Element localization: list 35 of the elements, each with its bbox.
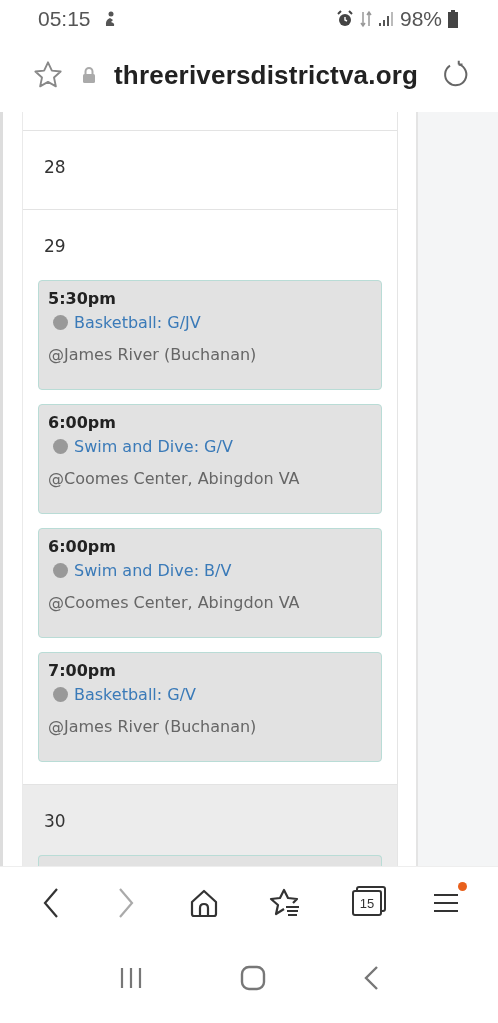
event-card[interactable]: 5:30pm Basketball: G/JV @James River (Buchanan) bbox=[38, 280, 382, 390]
event-card[interactable]: 6:00pm Swim and Dive: G/V @Coomes Center, Abingdon VA bbox=[38, 404, 382, 514]
data-transfer-icon bbox=[359, 10, 372, 28]
bookmarks-icon[interactable] bbox=[269, 888, 302, 918]
day-number: 28 bbox=[44, 156, 67, 177]
event-title-link[interactable]: Basketball: G/JV bbox=[74, 313, 201, 332]
event-time: 7:00pm bbox=[48, 661, 116, 680]
event-location: @Coomes Center, Abingdon VA bbox=[48, 593, 300, 612]
event-location: @James River (Buchanan) bbox=[48, 345, 257, 364]
event-location: @Coomes Center, Abingdon VA bbox=[48, 469, 300, 488]
event-dot-icon bbox=[53, 687, 68, 702]
event-title-link[interactable]: Swim and Dive: G/V bbox=[74, 437, 233, 456]
battery-percent: 98% bbox=[399, 7, 442, 31]
event-card[interactable]: 6:00pm Swim and Dive: B/V @Coomes Center, Abingdon VA bbox=[38, 528, 382, 638]
recent-apps-icon[interactable] bbox=[118, 966, 143, 990]
home-button-icon[interactable] bbox=[240, 965, 266, 991]
event-time: 5:30pm bbox=[48, 289, 116, 308]
alarm-icon bbox=[335, 10, 354, 28]
url-text[interactable]: threeriversdistrictva.org bbox=[114, 59, 422, 91]
event-dot-icon bbox=[53, 563, 68, 578]
home-icon[interactable] bbox=[188, 888, 219, 918]
signal-icon bbox=[377, 11, 394, 27]
day-number: 30 bbox=[44, 810, 67, 831]
event-time: 6:00pm bbox=[48, 537, 116, 556]
event-time: 6:00pm bbox=[48, 413, 116, 432]
battery-icon bbox=[448, 10, 458, 28]
day-number: 29 bbox=[44, 235, 67, 256]
event-dot-icon bbox=[53, 439, 68, 454]
lock-icon bbox=[82, 66, 96, 84]
status-time: 05:15 bbox=[38, 7, 91, 31]
event-location: @James River (Buchanan) bbox=[48, 717, 257, 736]
event-title-link[interactable]: Swim and Dive: B/V bbox=[74, 561, 232, 580]
event-card[interactable]: 7:00pm Basketball: G/V @James River (Buchanan) bbox=[38, 652, 382, 762]
event-title-link[interactable]: Basketball: G/V bbox=[74, 685, 196, 704]
event-dot-icon bbox=[53, 315, 68, 330]
